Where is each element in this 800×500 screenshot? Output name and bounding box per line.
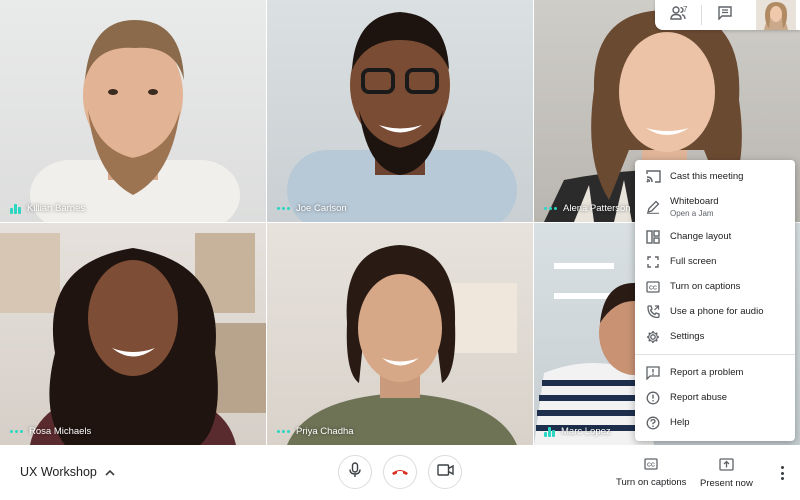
menu-item-label: Cast this meeting — [670, 171, 744, 182]
participant-name-tag: Marc Lopez — [544, 426, 611, 437]
present-button[interactable]: Present now — [700, 458, 753, 489]
meeting-controls-bar: UX Workshop CC Turn on captions Present … — [0, 445, 800, 500]
svg-text:CC: CC — [647, 462, 655, 468]
menu-item-label: Report abuse — [670, 392, 728, 403]
microphone-icon — [349, 461, 361, 483]
chevron-up-icon — [105, 465, 115, 479]
menu-item-label: Change layout — [670, 231, 732, 242]
menu-item-label: Help — [670, 417, 690, 428]
more-vert-icon — [780, 466, 784, 469]
participant-video — [30, 20, 240, 222]
speaking-indicator — [544, 207, 557, 210]
participant-name: Rosa Michaels — [29, 426, 92, 437]
participant-video — [287, 245, 517, 445]
present-label: Present now — [700, 478, 753, 489]
captions-icon: CC — [644, 458, 658, 473]
speaking-indicator — [277, 430, 290, 433]
layout-icon — [645, 229, 661, 245]
self-video — [756, 0, 796, 30]
participant-tile[interactable]: Rosa Michaels — [0, 223, 266, 445]
menu-item-full-screen[interactable]: Full screen — [635, 249, 795, 274]
more-options-button[interactable] — [776, 464, 788, 482]
participant-name-tag: Alena Patterson — [544, 203, 631, 214]
menu-item-cast[interactable]: Cast this meeting — [635, 164, 795, 189]
leave-call-button[interactable] — [383, 455, 417, 489]
participant-name: Killian Barnes — [27, 203, 86, 214]
top-controls: 7 — [655, 0, 800, 30]
menu-item-label: Report a problem — [670, 367, 744, 378]
menu-item-report-problem[interactable]: Report a problem — [635, 360, 795, 385]
menu-item-phone-audio[interactable]: Use a phone for audio — [635, 299, 795, 324]
report-problem-icon — [645, 365, 661, 381]
more-vert-icon-dot — [780, 471, 784, 475]
phone-icon — [645, 304, 661, 320]
microphone-button[interactable] — [338, 455, 372, 489]
speaking-indicator — [544, 426, 555, 437]
menu-item-report-abuse[interactable]: Report abuse — [635, 385, 795, 410]
cast-icon — [645, 169, 661, 185]
meeting-details-toggle[interactable]: UX Workshop — [20, 465, 115, 479]
menu-item-label: Whiteboard — [670, 195, 719, 207]
participant-name-tag: Joe Carlson — [277, 203, 347, 214]
menu-item-label: Settings — [670, 331, 705, 342]
participant-tile[interactable]: Killian Barnes — [0, 0, 266, 222]
participant-name: Marc Lopez — [561, 426, 611, 437]
more-vert-icon-dot — [780, 477, 784, 480]
fullscreen-icon — [645, 254, 661, 270]
help-icon — [645, 415, 661, 431]
menu-divider — [635, 354, 795, 355]
participant-tile[interactable]: Joe Carlson — [267, 0, 533, 222]
camera-button[interactable] — [428, 455, 462, 489]
participant-count: 7 — [683, 5, 688, 14]
menu-item-label: Turn on captions — [670, 281, 741, 292]
participant-name: Joe Carlson — [296, 203, 347, 214]
chat-icon — [718, 5, 732, 25]
captions-label: Turn on captions — [616, 477, 687, 488]
participant-video — [0, 233, 266, 445]
menu-item-label: Use a phone for audio — [670, 306, 764, 317]
meeting-title: UX Workshop — [20, 465, 97, 479]
participant-name: Alena Patterson — [563, 203, 631, 214]
menu-item-change-layout[interactable]: Change layout — [635, 224, 795, 249]
participant-video — [287, 12, 517, 222]
report-abuse-icon — [645, 390, 661, 406]
more-options-menu: Cast this meeting Whiteboard Open a Jam … — [635, 160, 795, 441]
hang-up-icon — [391, 463, 409, 481]
self-view-thumbnail[interactable] — [756, 0, 796, 30]
speaking-indicator — [277, 207, 290, 210]
menu-item-captions[interactable]: CC Turn on captions — [635, 274, 795, 299]
captions-button[interactable]: CC Turn on captions — [616, 458, 686, 488]
gear-icon — [645, 329, 661, 345]
speaking-indicator — [10, 430, 23, 433]
participant-name: Priya Chadha — [296, 426, 354, 437]
participant-name-tag: Priya Chadha — [277, 426, 354, 437]
menu-item-whiteboard[interactable]: Whiteboard Open a Jam — [635, 189, 795, 224]
menu-item-settings[interactable]: Settings — [635, 324, 795, 349]
video-camera-icon — [436, 463, 454, 481]
menu-item-help[interactable]: Help — [635, 410, 795, 435]
pencil-icon — [645, 199, 661, 215]
svg-text:CC: CC — [649, 285, 657, 291]
participant-name-tag: Rosa Michaels — [10, 426, 91, 437]
menu-item-sublabel: Open a Jam — [670, 208, 714, 218]
participant-name-tag: Killian Barnes — [10, 203, 85, 214]
present-screen-icon — [719, 458, 734, 474]
people-button[interactable]: 7 — [655, 0, 701, 30]
chat-button[interactable] — [702, 0, 748, 30]
participant-tile[interactable]: Priya Chadha — [267, 223, 533, 445]
captions-icon: CC — [645, 279, 661, 295]
speaking-indicator — [10, 203, 21, 214]
menu-item-label: Full screen — [670, 256, 717, 267]
